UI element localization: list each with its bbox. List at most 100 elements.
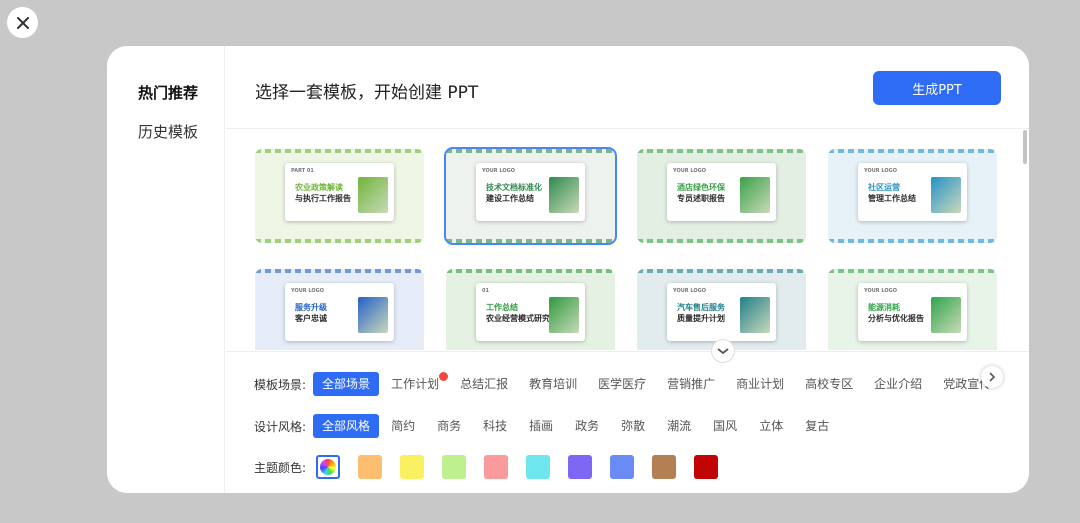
template-preview: YOUR LOGO 能源消耗 分析与优化报告	[858, 283, 967, 341]
style-filter-chip[interactable]: 科技	[474, 414, 516, 438]
color-filter-row: 主题颜色:	[254, 455, 736, 479]
template-card[interactable]: YOUR LOGO 社区运营 管理工作总结	[828, 149, 997, 243]
template-image	[358, 297, 388, 333]
scene-filter-chip[interactable]: 全部场景	[313, 372, 380, 396]
style-filter-chip[interactable]: 插画	[520, 414, 562, 438]
template-title: 农业政策解读 与执行工作报告	[295, 182, 351, 204]
style-filter-chip[interactable]: 商务	[428, 414, 470, 438]
template-card[interactable]: YOUR LOGO 服务升级客户忠诚	[255, 269, 424, 350]
color-swatch-light-green[interactable]	[442, 455, 467, 479]
template-title-line1: 技术文档标准化	[486, 183, 542, 192]
template-logo: YOUR LOGO	[864, 288, 897, 294]
header: 选择一套模板，开始创建 PPT 生成PPT	[226, 46, 1029, 129]
scene-filter-chip[interactable]: 工作计划	[382, 372, 449, 396]
template-card[interactable]: YOUR LOGO 技术文档标准化 建设工作总结	[444, 147, 617, 245]
template-title: 技术文档标准化 建设工作总结	[486, 182, 542, 204]
template-logo: PART 01	[291, 168, 314, 174]
scene-filter-label-text: 企业介绍	[874, 377, 923, 391]
sidebar: 热门推荐 历史模板	[107, 46, 225, 493]
template-preview: YOUR LOGO 汽车售后服务 质量提升计划	[667, 283, 776, 341]
scene-filter-label: 模板场景:	[254, 377, 307, 392]
card-decoration	[828, 269, 997, 273]
template-preview: PART 01 农业政策解读 与执行工作报告	[285, 163, 394, 221]
card-decoration	[446, 239, 615, 243]
style-filter-chip[interactable]: 立体	[750, 414, 792, 438]
scene-filter-chip[interactable]: 营销推广	[658, 372, 724, 396]
template-logo: 01	[482, 288, 489, 294]
card-decoration	[637, 269, 806, 273]
template-image	[740, 297, 770, 333]
style-filter-chip[interactable]: 国风	[704, 414, 746, 438]
card-decoration	[637, 239, 806, 243]
card-decoration	[446, 149, 615, 153]
template-card[interactable]: YOUR LOGO 汽车售后服务 质量提升计划	[637, 269, 806, 350]
close-icon	[16, 16, 29, 29]
scene-filter-label-text: 商业计划	[736, 377, 785, 391]
template-image	[931, 297, 961, 333]
template-card[interactable]: 01 工作总结 农业经营模式研究	[446, 269, 615, 350]
close-button[interactable]	[7, 7, 38, 38]
sidebar-item-hot[interactable]: 热门推荐	[138, 82, 198, 103]
color-swatch-purple[interactable]	[568, 455, 593, 479]
template-title-line2: 客户忠诚	[295, 314, 327, 323]
card-decoration	[828, 149, 997, 153]
color-swatch-pink[interactable]	[484, 455, 509, 479]
style-filter-chip[interactable]: 弥散	[612, 414, 654, 438]
scene-filter-chip[interactable]: 商业计划	[727, 372, 793, 396]
scene-filter-chip[interactable]: 企业介绍	[865, 372, 931, 396]
scene-filter-chip[interactable]: 高校专区	[796, 372, 862, 396]
scene-filter-chip[interactable]: 医学医疗	[589, 372, 655, 396]
template-title-line2: 与执行工作报告	[295, 194, 351, 203]
color-swatch-brown[interactable]	[652, 455, 677, 479]
template-logo: YOUR LOGO	[291, 288, 324, 294]
scene-filter-chip[interactable]: 总结汇报	[451, 372, 517, 396]
template-image	[358, 177, 388, 213]
template-image	[549, 177, 579, 213]
template-card[interactable]: YOUR LOGO 酒店绿色环保 专员述职报告	[637, 149, 806, 243]
style-filter-chip[interactable]: 复古	[796, 414, 838, 438]
template-card[interactable]: PART 01 农业政策解读 与执行工作报告	[255, 149, 424, 243]
template-title-line1: 酒店绿色环保	[677, 183, 725, 192]
scene-filter-label-text: 营销推广	[667, 377, 716, 391]
template-preview: YOUR LOGO 服务升级客户忠诚	[285, 283, 394, 341]
style-filter-row: 设计风格: 全部风格 简约 商务 科技 插画 政务 弥散 潮流 国风 立体 复古	[254, 414, 842, 438]
template-title-line2: 建设工作总结	[486, 194, 534, 203]
color-swatch-blue[interactable]	[610, 455, 635, 479]
card-decoration	[637, 149, 806, 153]
template-title-line1: 工作总结	[486, 303, 518, 312]
style-filter-chip[interactable]: 政务	[566, 414, 608, 438]
template-preview: YOUR LOGO 技术文档标准化 建设工作总结	[476, 163, 585, 221]
scene-scroll-right-button[interactable]	[981, 366, 1003, 388]
expand-gallery-button[interactable]	[711, 339, 735, 363]
hot-badge-icon	[439, 372, 449, 381]
template-logo: YOUR LOGO	[482, 168, 515, 174]
color-swatch-all-colors[interactable]	[316, 455, 341, 479]
template-title: 酒店绿色环保 专员述职报告	[677, 182, 725, 204]
template-logo: YOUR LOGO	[673, 288, 706, 294]
template-gallery: PART 01 农业政策解读 与执行工作报告 YOUR LOGO 技术文档标准化 建设工作…	[226, 130, 1029, 350]
page-title: 选择一套模板，开始创建 PPT	[255, 83, 479, 103]
template-title-line1: 社区运营	[868, 183, 900, 192]
color-swatch-yellow[interactable]	[400, 455, 425, 479]
template-title-line1: 服务升级	[295, 303, 327, 312]
scene-filter-chip[interactable]: 教育培训	[520, 372, 586, 396]
template-title-line1: 能源消耗	[868, 303, 900, 312]
template-card[interactable]: YOUR LOGO 能源消耗 分析与优化报告	[828, 269, 997, 350]
color-swatch-cyan[interactable]	[526, 455, 551, 479]
color-swatch-dark-red[interactable]	[694, 455, 719, 479]
generate-ppt-button[interactable]: 生成PPT	[873, 71, 1001, 105]
sidebar-item-history[interactable]: 历史模板	[138, 121, 198, 142]
style-filter-chip[interactable]: 简约	[382, 414, 424, 438]
main-panel: 选择一套模板，开始创建 PPT 生成PPT PART 01 农业政策解读 与执行工作…	[226, 46, 1029, 493]
template-logo: YOUR LOGO	[864, 168, 897, 174]
style-filter-chip[interactable]: 潮流	[658, 414, 700, 438]
style-filter-chip[interactable]: 全部风格	[313, 414, 380, 438]
gallery-scrollbar[interactable]	[1023, 130, 1027, 164]
color-swatch-orange[interactable]	[358, 455, 383, 479]
scene-filter-label-text: 全部场景	[322, 377, 371, 391]
scene-filter-label-text: 工作计划	[391, 377, 440, 391]
template-preview: YOUR LOGO 社区运营 管理工作总结	[858, 163, 967, 221]
scene-filter-label-text: 总结汇报	[460, 377, 509, 391]
template-preview: 01 工作总结 农业经营模式研究	[476, 283, 585, 341]
scene-filter-label-text: 高校专区	[805, 377, 854, 391]
